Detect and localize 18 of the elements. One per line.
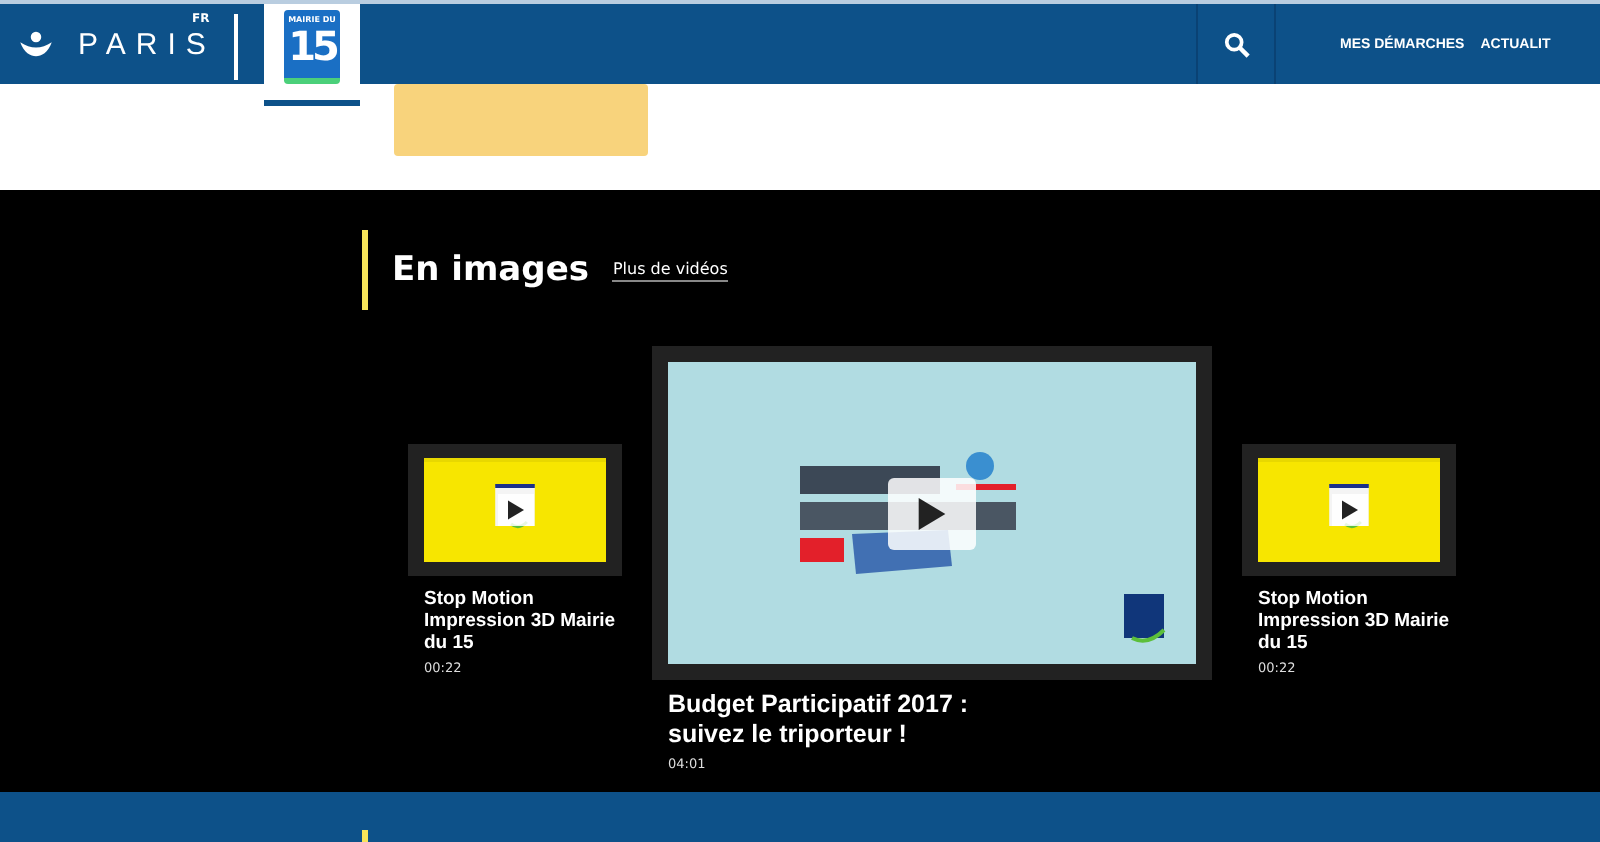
search-icon [1223,31,1249,57]
video-frame[interactable] [408,444,622,576]
more-videos-link[interactable]: Plus de vidéos [612,259,728,281]
play-icon [1341,500,1357,520]
brand-name[interactable]: PARIS [78,27,216,61]
video-title[interactable]: Stop Motion Impression 3D Mairie du 15 [408,588,622,654]
video-frame[interactable] [1242,444,1456,576]
accent-bar [362,830,368,842]
play-button[interactable] [497,494,533,526]
play-icon [918,497,946,529]
play-button[interactable] [888,477,976,549]
play-icon [507,500,523,520]
play-button[interactable] [1331,494,1367,526]
logo-number: 15 [288,24,336,68]
section-title: En images [392,250,589,290]
video-title[interactable]: Stop Motion Impression 3D Mairie du 15 [1242,588,1456,654]
accent-bar [362,230,368,310]
video-title[interactable]: Budget Participatif 2017 : suivez le triporteur ! [652,690,1048,750]
